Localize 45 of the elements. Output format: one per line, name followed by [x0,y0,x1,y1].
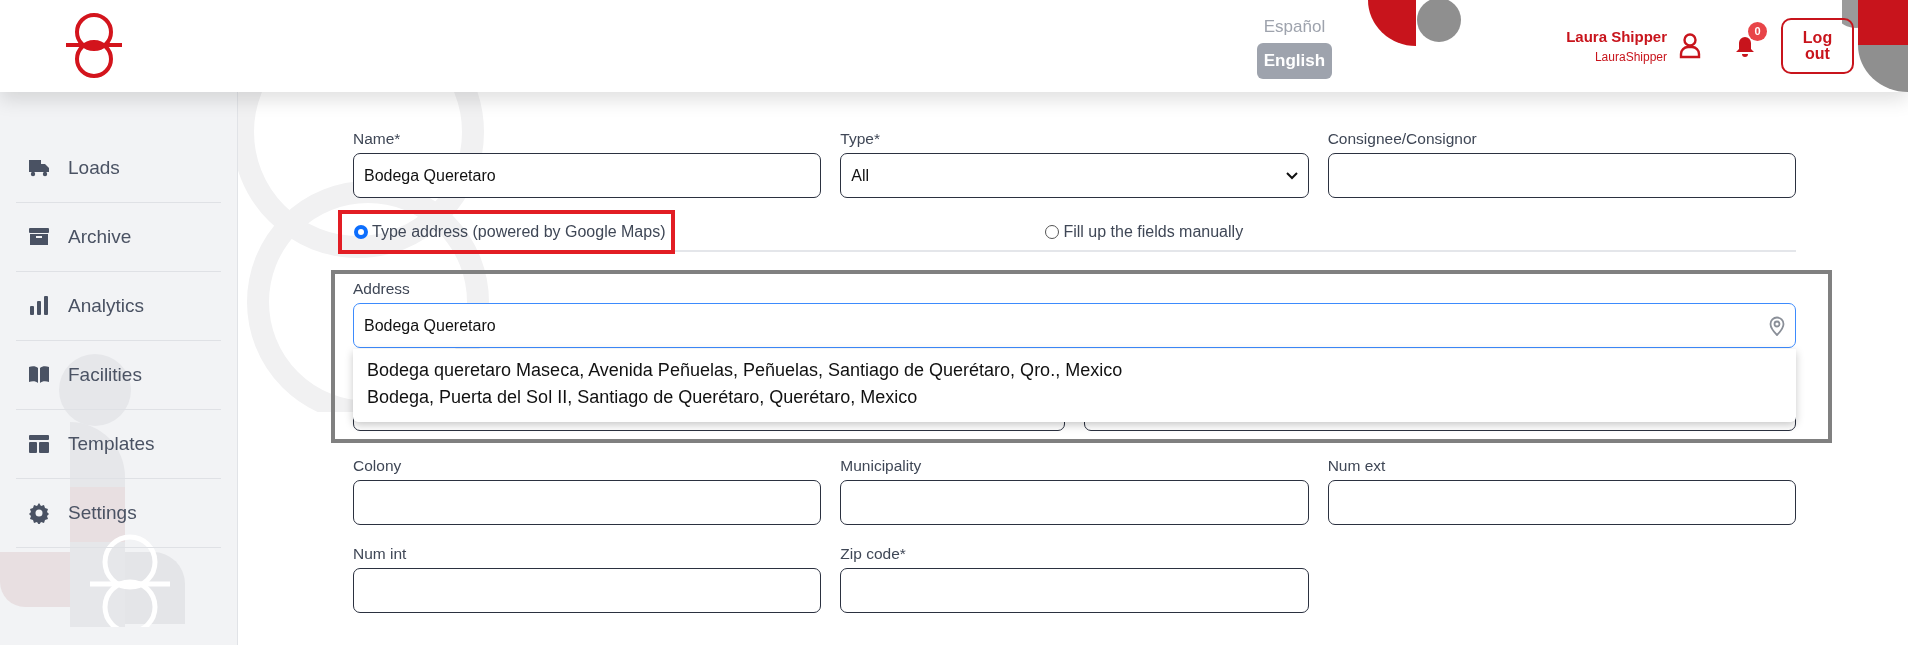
sidebar-item[interactable]: Templates [0,410,237,478]
field-label: Num ext [1327,457,1387,475]
radio-button[interactable] [354,225,368,240]
suggestion-item[interactable]: Bodega queretaro Maseca, Avenida Peñuelas, Peñuelas, Santiago de Querétaro, Qro., Mexico [353,357,1137,385]
chevron-down-icon [1285,171,1298,180]
sidebar-item[interactable]: Loads [0,134,237,202]
field-label: Name* [353,130,402,148]
field-label: Num int [353,545,408,563]
sidebar-item[interactable]: Analytics [0,272,237,340]
user-icon[interactable] [1679,33,1701,59]
input-field[interactable] [840,568,1309,614]
suggestion-item[interactable]: Bodega, Puerta del Sol II, Santiago de Querétaro, Querétaro, Mexico [353,384,932,412]
truck-icon [28,157,50,179]
bar-chart-icon [28,295,50,317]
book-icon [28,364,50,386]
logo-icon [64,12,124,80]
type-select[interactable]: All [840,153,1309,199]
input-field[interactable]: Bodega Queretaro [353,153,822,199]
field-label: Address [353,280,411,298]
field-label: Zip code* [840,545,907,563]
sidebar-item[interactable]: Settings [0,479,237,547]
location-pin-icon [1769,315,1785,336]
input-field[interactable] [1327,153,1796,199]
notification-badge: 0 [1748,22,1767,41]
field-label: Type* [840,130,881,148]
bell-icon[interactable] [1735,35,1755,58]
radio-option[interactable]: Type address (powered by Google Maps) [354,220,666,245]
input-field[interactable] [840,480,1309,526]
sidebar-item[interactable]: Archive [0,203,237,271]
radio-button[interactable] [1045,225,1060,240]
input-field[interactable] [353,480,822,526]
layout-icon [28,433,50,455]
field-label: Colony [353,457,403,475]
username: LauraShipper [1594,49,1667,67]
user-name: Laura Shipper [1566,26,1667,47]
field-label: Consignee/Consignor [1327,130,1478,148]
address-field[interactable]: Bodega Queretaro [353,303,1796,349]
input-field[interactable] [1327,480,1796,526]
field-label: Municipality [840,457,923,475]
sidebar-item[interactable]: Facilities [0,341,237,409]
field-value: Bodega Queretaro [364,315,496,336]
settings-icon [28,502,50,524]
input-field[interactable] [353,568,822,614]
radio-option[interactable]: Fill up the fields manually [1045,220,1244,245]
archive-box-icon [28,226,50,248]
